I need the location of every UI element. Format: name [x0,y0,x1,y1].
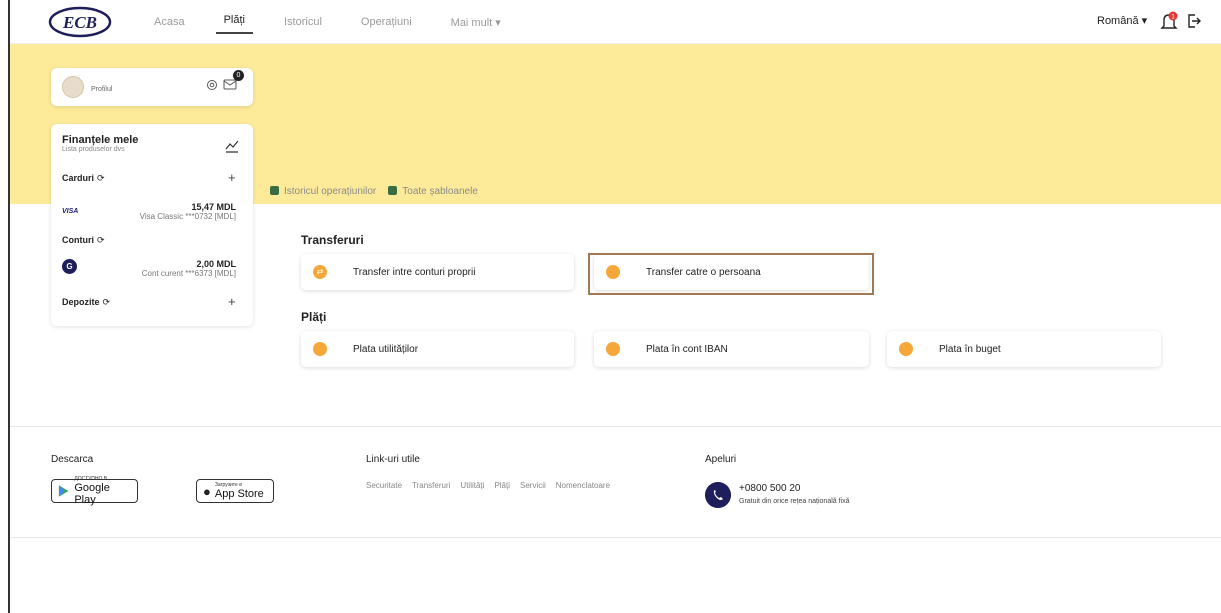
account-icon: G [62,259,77,274]
avatar[interactable] [62,76,84,98]
google-play-button[interactable]: ДОСТУПНО В Google Play [51,476,138,506]
templates-icon [388,186,398,195]
iban-payment-tile[interactable]: Plata în cont IBAN [594,331,869,367]
main-nav: Acasa Plăți Istoricul Operațiuni Mai mul… [146,0,532,44]
accounts-section-label[interactable]: Conturi ⟳ [62,235,105,246]
profile-card[interactable]: Profilul 0 [51,68,253,106]
footer-link-plati[interactable]: Plăți [494,481,510,490]
budget-payment-tile[interactable]: Plata în buget [887,331,1161,367]
nav-istoricul[interactable]: Istoricul [276,12,330,32]
account-amount[interactable]: 2,00 MDL [196,259,236,269]
phone-number[interactable]: +0800 500 20 [739,483,800,494]
card-name[interactable]: Visa Classic ***0732 [MDL] [140,212,236,221]
footer-links: Securitate Transferuri Utilități Plăți S… [366,481,610,490]
nav-mai-mult[interactable]: Mai mult ▾ [443,12,509,33]
visa-logo-icon: VISA [62,208,79,215]
gear-icon[interactable] [206,79,218,91]
ecb-logo[interactable]: ECB [48,6,112,38]
language-selector[interactable]: Română ▾ [1097,14,1147,27]
transfers-heading: Transferuri [301,233,364,247]
payments-heading: Plăți [301,310,327,324]
profile-label[interactable]: Profilul [91,86,112,93]
refresh-icon[interactable]: ⟳ [97,235,105,245]
refresh-icon[interactable]: ⟳ [103,297,111,307]
footer-link-securitate[interactable]: Securitate [366,481,402,490]
svg-text:ECB: ECB [62,13,97,32]
footer-link-transferuri[interactable]: Transferuri [412,481,450,490]
logout-icon[interactable] [1186,12,1202,30]
budget-icon [899,342,913,356]
footer-link-nomenclatoare[interactable]: Nomenclatoare [556,481,610,490]
bank-icon [606,342,620,356]
footer: Descarca ДОСТУПНО В Google Play ● Загрузи… [10,426,1221,538]
mail-badge: 0 [233,70,244,81]
finances-title: Finanțele mele [62,134,139,146]
finances-card: Finanțele mele Lista produselor dvs Card… [51,124,253,326]
phone-note: Gratuit din orice rețea națională fixă [739,498,850,505]
top-navigation-bar: ECB Acasa Plăți Istoricul Operațiuni Mai… [10,0,1221,44]
account-name[interactable]: Cont curent ***6373 [MDL] [142,269,236,278]
footer-link-servicii[interactable]: Servicii [520,481,546,490]
utilities-payment-tile[interactable]: Plata utilităților [301,331,574,367]
transfer-own-accounts-tile[interactable]: ⇄ Transfer intre conturi proprii [301,254,574,290]
apple-icon: ● [203,483,211,499]
app-store-button[interactable]: ● Загрузите в App Store [196,479,274,503]
download-label: Descarca [51,454,94,465]
nav-plati[interactable]: Plăți [215,10,253,34]
add-deposit-button[interactable]: + [228,294,236,309]
quick-links: Istoricul operațiunilor Toate șabloanele [270,186,478,197]
add-card-button[interactable]: + [228,170,236,185]
nav-operatiuni[interactable]: Operațiuni [353,12,420,32]
cards-section-label[interactable]: Carduri ⟳ [62,173,105,184]
footer-link-utilitati[interactable]: Utilități [460,481,484,490]
home-icon [313,342,327,356]
useful-links-label: Link-uri utile [366,454,420,465]
swap-icon: ⇄ [313,265,327,279]
link-all-templates[interactable]: Toate șabloanele [388,186,478,197]
card-amount[interactable]: 15,47 MDL [191,202,236,212]
google-play-icon [58,485,69,497]
history-icon [270,186,279,195]
nav-acasa[interactable]: Acasa [146,12,193,32]
deposits-section-label[interactable]: Depozite ⟳ [62,297,110,308]
chart-icon[interactable] [224,138,240,154]
phone-icon[interactable] [705,482,731,508]
selection-highlight [588,253,874,295]
refresh-icon[interactable]: ⟳ [97,173,105,183]
finances-subtitle: Lista produselor dvs [62,146,125,153]
calls-label: Apeluri [705,454,737,465]
bell-icon[interactable]: 1 [1160,11,1178,31]
link-operations-history[interactable]: Istoricul operațiunilor [270,186,376,197]
